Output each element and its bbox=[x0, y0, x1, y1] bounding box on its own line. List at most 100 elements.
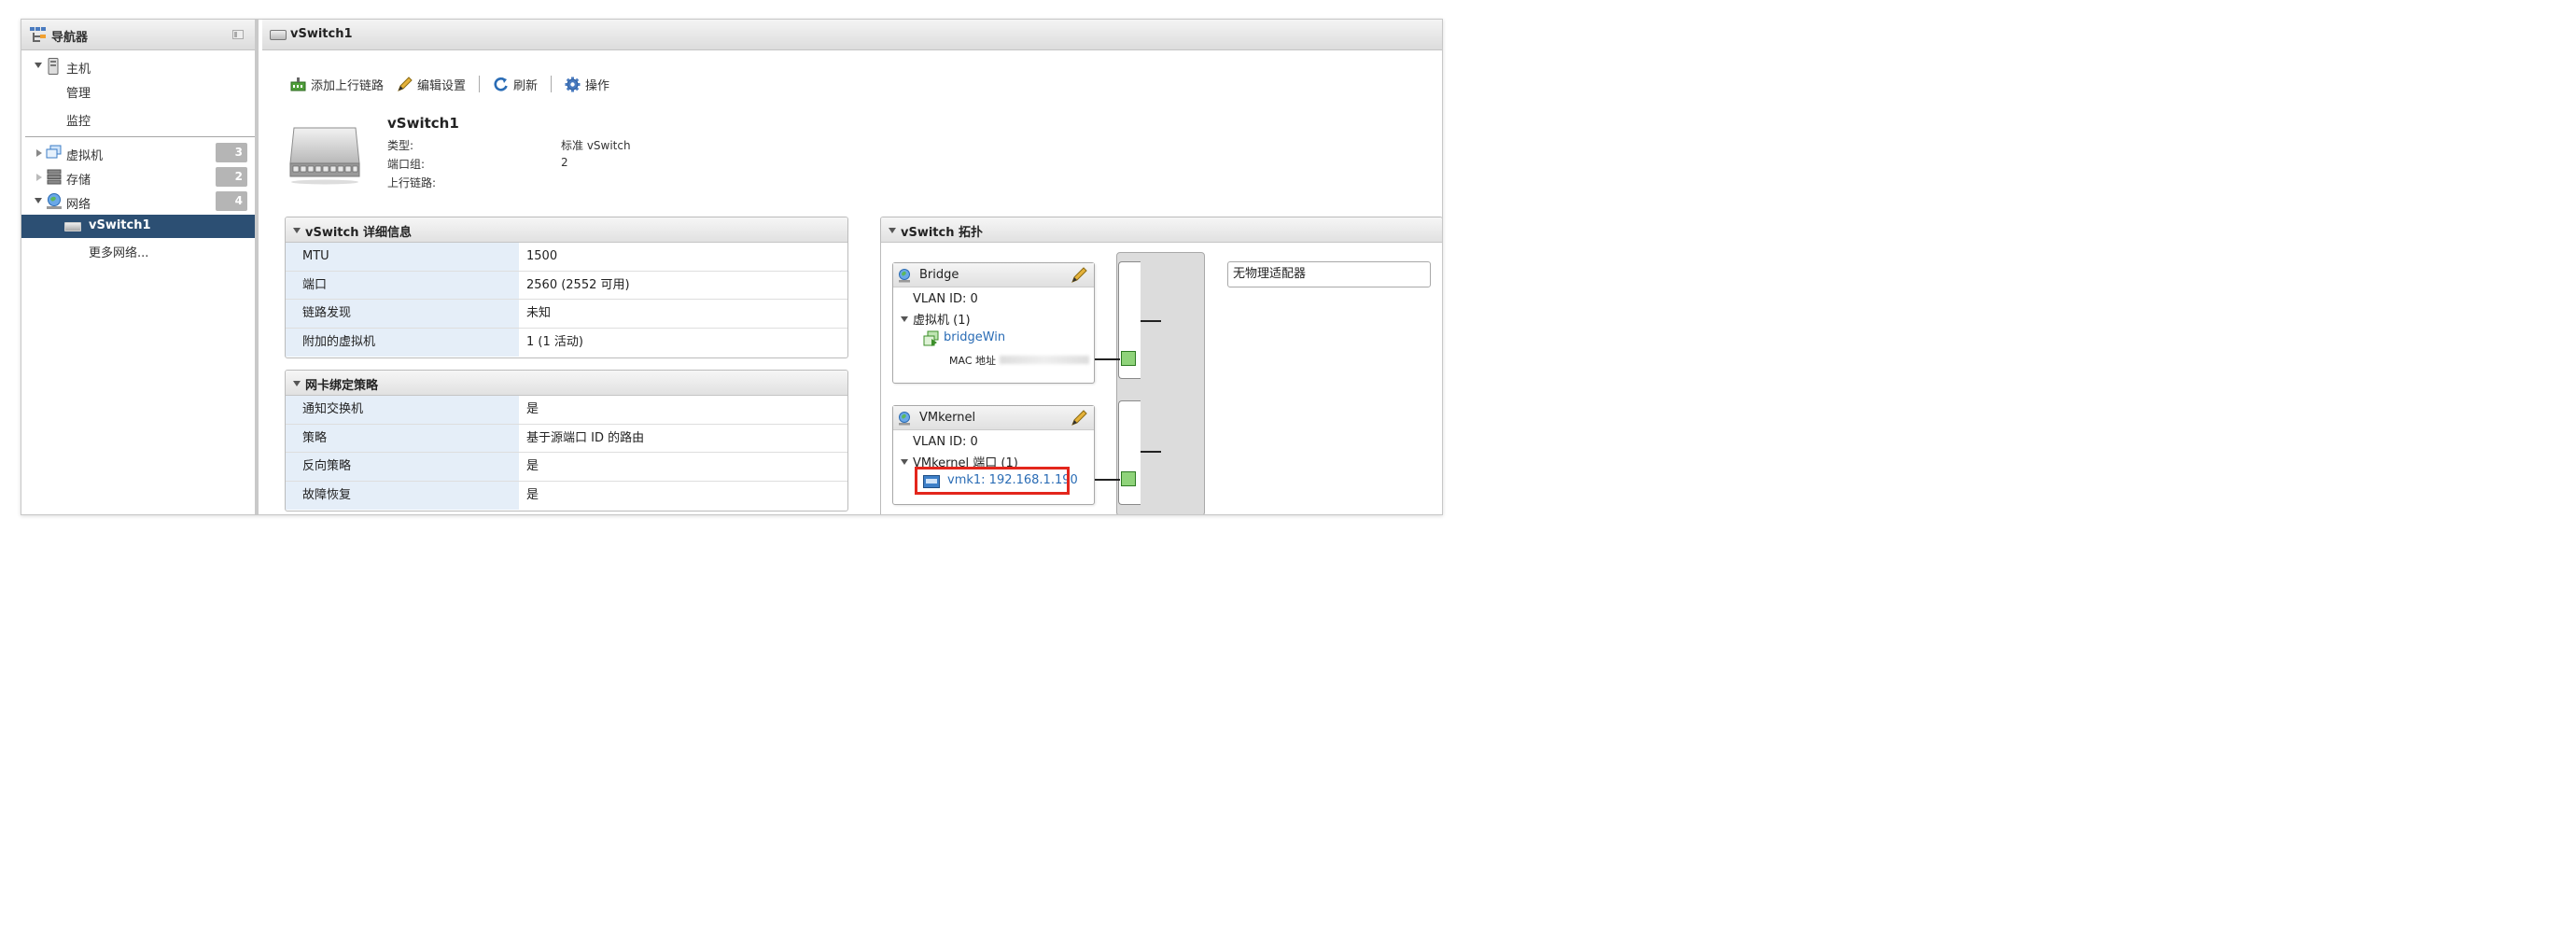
network-globe-icon bbox=[899, 269, 910, 283]
expand-arrow-icon[interactable] bbox=[901, 316, 908, 322]
table-row: MTU 1500 bbox=[286, 243, 847, 272]
collapse-arrow-icon[interactable] bbox=[293, 228, 301, 233]
nav-item-vswitch1[interactable]: vSwitch1 bbox=[21, 215, 255, 238]
vlan-id: VLAN ID: 0 bbox=[913, 292, 978, 306]
actions-label: 操作 bbox=[585, 78, 610, 93]
expand-arrow-icon[interactable] bbox=[901, 459, 908, 465]
nic-teaming-panel: 网卡绑定策略 通知交换机 是 策略 基于源端口 ID 的路由 反向策略 是 故障… bbox=[285, 370, 848, 512]
actions-button[interactable]: 操作 bbox=[565, 76, 609, 93]
vswitch-icon bbox=[270, 30, 287, 40]
connector-line bbox=[1141, 320, 1161, 322]
mac-address-blurred bbox=[1000, 356, 1089, 364]
panel-header[interactable]: 网卡绑定策略 bbox=[286, 371, 847, 396]
count-badge: 3 bbox=[216, 143, 247, 162]
table-row: 反向策略 是 bbox=[286, 453, 847, 482]
nav-item-label: vSwitch1 bbox=[89, 218, 151, 232]
network-globe-icon bbox=[47, 193, 62, 209]
add-uplink-icon bbox=[290, 77, 306, 91]
property-value: 是 bbox=[526, 487, 539, 502]
property-name: 附加的虚拟机 bbox=[286, 328, 519, 357]
toolbar: 添加上行链路 编辑设置 刷新 操作 bbox=[290, 74, 623, 94]
vm-icon bbox=[923, 330, 939, 346]
portgroups-label: 端口组: bbox=[387, 158, 426, 171]
property-value: 2560 (2552 可用) bbox=[526, 277, 630, 292]
panel-title: vSwitch 详细信息 bbox=[305, 226, 413, 240]
toolbar-separator bbox=[551, 76, 553, 92]
nav-item-more-networks[interactable]: 更多网络... bbox=[21, 239, 255, 261]
portgroups-value: 2 bbox=[561, 156, 568, 169]
property-value: 未知 bbox=[526, 306, 552, 320]
vlan-id: VLAN ID: 0 bbox=[913, 435, 978, 449]
panel-header[interactable]: vSwitch 拓扑 bbox=[881, 217, 1442, 243]
connector-line bbox=[1141, 451, 1161, 453]
edit-pencil-icon[interactable] bbox=[1071, 267, 1087, 284]
port-connector-icon bbox=[1121, 471, 1136, 486]
toolbar-separator bbox=[479, 76, 481, 92]
nav-item-monitor[interactable]: 监控 bbox=[21, 107, 255, 130]
collapse-arrow-icon[interactable] bbox=[889, 228, 896, 233]
nav-item-label: 存储 bbox=[66, 174, 91, 188]
table-row: 故障恢复 是 bbox=[286, 481, 847, 510]
panel-title: 网卡绑定策略 bbox=[305, 379, 379, 393]
nav-item-network[interactable]: 网络 4 bbox=[21, 190, 255, 213]
nav-item-label: 监控 bbox=[66, 115, 91, 129]
panel-header[interactable]: vSwitch 详细信息 bbox=[286, 217, 847, 243]
table-row: 附加的虚拟机 1 (1 活动) bbox=[286, 328, 847, 357]
table-row: 端口 2560 (2552 可用) bbox=[286, 271, 847, 300]
portgroup-header: Bridge bbox=[893, 263, 1094, 287]
highlight-box bbox=[915, 467, 1070, 495]
nav-item-label: 虚拟机 bbox=[66, 149, 104, 163]
storage-icon bbox=[47, 169, 62, 185]
nav-item-label: 主机 bbox=[66, 63, 91, 77]
property-name: 通知交换机 bbox=[286, 396, 519, 424]
refresh-button[interactable]: 刷新 bbox=[493, 76, 538, 93]
property-name: 链路发现 bbox=[286, 300, 519, 328]
connector-line bbox=[1095, 479, 1120, 481]
nav-item-label: 更多网络... bbox=[89, 246, 149, 260]
mac-address-label: MAC 地址 bbox=[949, 355, 996, 367]
property-name: 反向策略 bbox=[286, 453, 519, 481]
expand-arrow-icon[interactable] bbox=[36, 149, 42, 157]
property-value: 基于源端口 ID 的路由 bbox=[526, 430, 645, 445]
property-name: 端口 bbox=[286, 271, 519, 299]
edit-settings-label: 编辑设置 bbox=[417, 78, 467, 93]
property-name: MTU bbox=[286, 243, 519, 271]
vm-count: 虚拟机 (1) bbox=[913, 314, 971, 328]
property-value: 是 bbox=[526, 459, 539, 473]
main-header: vSwitch1 bbox=[262, 20, 1442, 50]
table-row: 策略 基于源端口 ID 的路由 bbox=[286, 424, 847, 453]
vswitch-icon bbox=[64, 222, 81, 231]
add-uplink-button[interactable]: 添加上行链路 bbox=[290, 76, 384, 93]
uplinks-label: 上行链路: bbox=[387, 176, 437, 189]
portgroup-name: VMkernel bbox=[919, 411, 976, 425]
type-label: 类型: bbox=[387, 139, 414, 152]
property-name: 故障恢复 bbox=[286, 481, 519, 510]
edit-settings-button[interactable]: 编辑设置 bbox=[397, 76, 466, 93]
nav-item-label: 网络 bbox=[66, 198, 91, 212]
panel-title: vSwitch 拓扑 bbox=[901, 226, 984, 240]
expand-arrow-icon[interactable] bbox=[36, 174, 42, 181]
vm-icon bbox=[46, 145, 62, 159]
collapse-panel-icon[interactable] bbox=[232, 30, 244, 39]
nav-item-storage[interactable]: 存储 2 bbox=[21, 166, 255, 189]
gear-icon bbox=[565, 77, 581, 91]
nav-item-manage[interactable]: 管理 bbox=[21, 79, 255, 102]
nav-item-host[interactable]: 主机 bbox=[21, 55, 255, 77]
count-badge: 2 bbox=[216, 167, 247, 187]
vswitch-large-icon bbox=[289, 127, 360, 185]
add-uplink-label: 添加上行链路 bbox=[311, 78, 385, 93]
vm-link-bridgewin[interactable]: bridgeWin bbox=[944, 330, 1005, 344]
table-row: 链路发现 未知 bbox=[286, 300, 847, 329]
type-value: 标准 vSwitch bbox=[561, 139, 631, 152]
edit-pencil-icon[interactable] bbox=[1071, 410, 1087, 427]
nav-item-vms[interactable]: 虚拟机 3 bbox=[21, 142, 255, 164]
property-name: 策略 bbox=[286, 424, 519, 452]
expand-arrow-icon[interactable] bbox=[35, 198, 42, 203]
collapse-arrow-icon[interactable] bbox=[293, 381, 301, 386]
table-row: 通知交换机 是 bbox=[286, 396, 847, 425]
refresh-icon bbox=[494, 77, 508, 91]
page-title: vSwitch1 bbox=[290, 27, 353, 41]
expand-arrow-icon[interactable] bbox=[35, 63, 42, 68]
portgroup-header: VMkernel bbox=[893, 406, 1094, 430]
no-physical-adapter-box: 无物理适配器 bbox=[1227, 261, 1431, 287]
